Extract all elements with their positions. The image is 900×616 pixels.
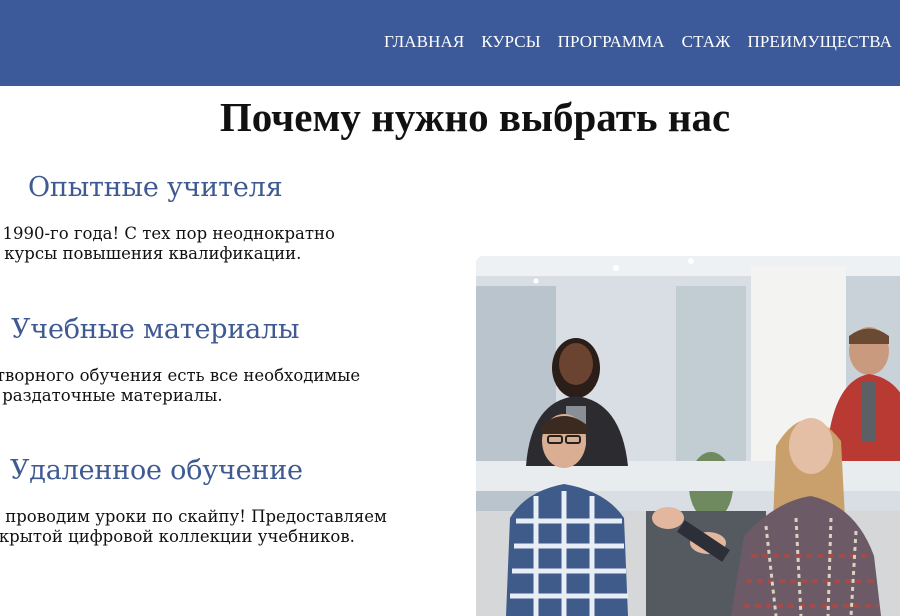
main-nav: ГЛАВНАЯ КУРСЫ ПРОГРАММА СТАЖ ПРЕИМУЩЕСТВ… bbox=[384, 32, 892, 52]
nav-item-experience[interactable]: СТАЖ bbox=[682, 32, 731, 52]
team-photo bbox=[476, 256, 900, 616]
feature-text-line: и раздаточные материалы. bbox=[0, 386, 223, 405]
feature-text: с 1990-го года! С тех пор неоднократно и … bbox=[0, 224, 335, 264]
feature-text-line: да проводим уроки по скайпу! Предоставля… bbox=[0, 507, 387, 526]
nav-item-courses[interactable]: КУРСЫ bbox=[481, 32, 540, 52]
feature-heading: Учебные материалы bbox=[11, 314, 300, 345]
feature-text-line: с 1990-го года! С тех пор неоднократно bbox=[0, 224, 335, 243]
feature-text: да проводим уроки по скайпу! Предоставля… bbox=[0, 507, 387, 547]
feature-text-line: и курсы повышения квалификации. bbox=[0, 244, 302, 263]
nav-item-program[interactable]: ПРОГРАММА bbox=[558, 32, 665, 52]
feature-heading: Удаленное обучение bbox=[10, 455, 303, 486]
feature-text-line: закрытой цифровой коллекции учебников. bbox=[0, 527, 355, 546]
team-photo-illustration bbox=[476, 256, 900, 616]
feature-text-line: отворного обучения есть все необходимые bbox=[0, 366, 361, 385]
feature-heading: Опытные учителя bbox=[28, 172, 283, 203]
nav-item-advantages[interactable]: ПРЕИМУЩЕСТВА bbox=[747, 32, 892, 52]
page-title: Почему нужно выбрать нас bbox=[219, 94, 731, 140]
feature-text: отворного обучения есть все необходимые и… bbox=[0, 366, 360, 406]
header-bar: ГЛАВНАЯ КУРСЫ ПРОГРАММА СТАЖ ПРЕИМУЩЕСТВ… bbox=[0, 0, 900, 86]
nav-item-home[interactable]: ГЛАВНАЯ bbox=[384, 32, 464, 52]
